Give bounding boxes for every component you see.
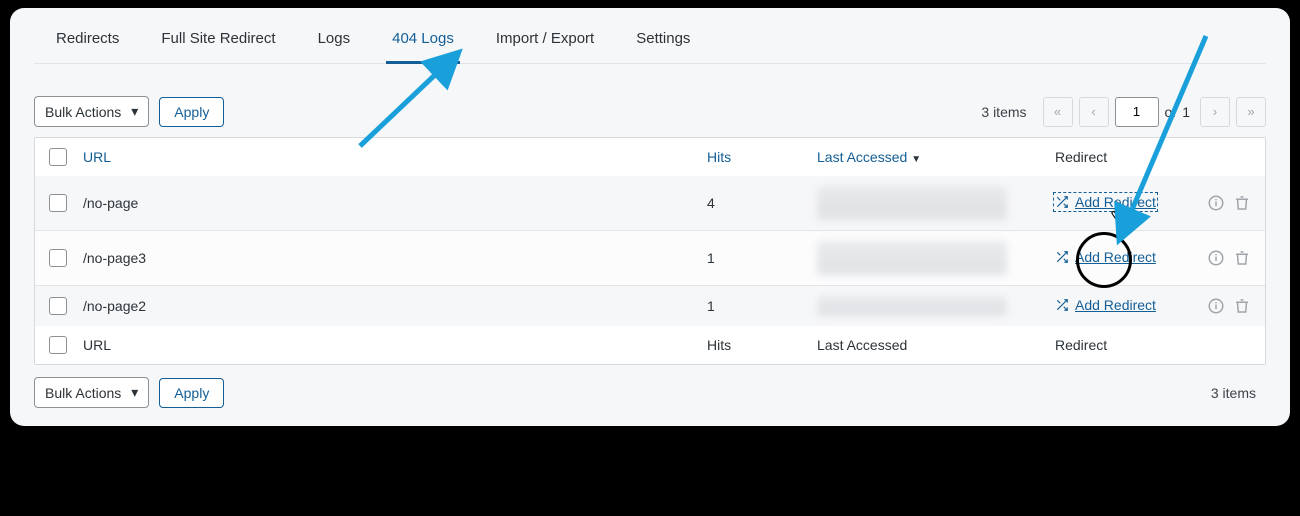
column-header-redirect: Redirect: [1055, 149, 1195, 165]
page-number-input[interactable]: [1115, 97, 1159, 127]
row-last-accessed: [817, 241, 1055, 275]
row-checkbox[interactable]: [49, 194, 67, 212]
items-count-bottom: 3 items: [1211, 385, 1256, 401]
select-all-checkbox[interactable]: [49, 148, 67, 166]
footer-column-url[interactable]: URL: [83, 337, 707, 353]
footer-column-last-accessed[interactable]: Last Accessed: [817, 337, 1055, 353]
table-row: /no-page3 1 Add Redirect: [35, 231, 1265, 286]
row-hits: 1: [707, 250, 817, 266]
toolbar-bottom: Bulk Actions ▾ Apply 3 items: [34, 377, 1266, 408]
footer-column-hits[interactable]: Hits: [707, 337, 817, 353]
bulk-actions-label: Bulk Actions: [45, 104, 121, 120]
toolbar-top: Bulk Actions ▾ Apply 3 items « ‹ of 1 › …: [34, 96, 1266, 127]
tab-404-logs[interactable]: 404 Logs: [392, 30, 454, 63]
trash-icon[interactable]: [1233, 297, 1251, 315]
page-of-label: of: [1165, 104, 1177, 120]
shuffle-icon: [1055, 250, 1069, 264]
trash-icon[interactable]: [1233, 194, 1251, 212]
items-count: 3 items: [981, 104, 1026, 120]
row-url: /no-page3: [83, 250, 707, 266]
row-hits: 1: [707, 298, 817, 314]
row-checkbox[interactable]: [49, 249, 67, 267]
chevron-down-icon: ▾: [131, 103, 138, 120]
column-header-url[interactable]: URL: [83, 149, 707, 165]
bulk-actions-label-bottom: Bulk Actions: [45, 385, 121, 401]
page-last-button[interactable]: »: [1236, 97, 1266, 127]
info-icon[interactable]: [1207, 249, 1225, 267]
footer-column-redirect: Redirect: [1055, 337, 1195, 353]
tab-import-export[interactable]: Import / Export: [496, 30, 594, 63]
row-last-accessed: [817, 296, 1055, 316]
row-url: /no-page2: [83, 298, 707, 314]
tab-full-site-redirect[interactable]: Full Site Redirect: [161, 30, 275, 63]
column-header-hits[interactable]: Hits: [707, 149, 817, 165]
add-redirect-link[interactable]: Add Redirect: [1055, 297, 1156, 313]
column-header-last-accessed[interactable]: Last Accessed▼: [817, 149, 1055, 165]
logs-table: URL Hits Last Accessed▼ Redirect /no-pag…: [34, 137, 1266, 365]
tab-settings[interactable]: Settings: [636, 30, 690, 63]
tabs-nav: Redirects Full Site Redirect Logs 404 Lo…: [34, 8, 1266, 64]
select-all-checkbox-footer[interactable]: [49, 336, 67, 354]
row-hits: 4: [707, 195, 817, 211]
info-icon[interactable]: [1207, 297, 1225, 315]
bulk-actions-select-bottom[interactable]: Bulk Actions ▾: [34, 377, 149, 408]
apply-button-bottom[interactable]: Apply: [159, 378, 224, 408]
tab-logs[interactable]: Logs: [318, 30, 351, 63]
add-redirect-link[interactable]: Add Redirect: [1055, 194, 1156, 210]
sort-desc-icon: ▼: [911, 154, 921, 165]
chevron-down-icon: ▾: [131, 384, 138, 401]
shuffle-icon: [1055, 298, 1069, 312]
page-next-button[interactable]: ›: [1200, 97, 1230, 127]
page-prev-button[interactable]: ‹: [1079, 97, 1109, 127]
page-total: 1: [1182, 104, 1190, 120]
add-redirect-link[interactable]: Add Redirect: [1055, 249, 1156, 265]
row-checkbox[interactable]: [49, 297, 67, 315]
info-icon[interactable]: [1207, 194, 1225, 212]
page-first-button[interactable]: «: [1043, 97, 1073, 127]
bulk-actions-select[interactable]: Bulk Actions ▾: [34, 96, 149, 127]
table-row: /no-page 4 Add Redirect: [35, 176, 1265, 231]
row-last-accessed: [817, 186, 1055, 220]
tab-redirects[interactable]: Redirects: [56, 30, 119, 63]
apply-button[interactable]: Apply: [159, 97, 224, 127]
table-row: /no-page2 1 Add Redirect: [35, 286, 1265, 326]
row-url: /no-page: [83, 195, 707, 211]
trash-icon[interactable]: [1233, 249, 1251, 267]
shuffle-icon: [1055, 195, 1069, 209]
